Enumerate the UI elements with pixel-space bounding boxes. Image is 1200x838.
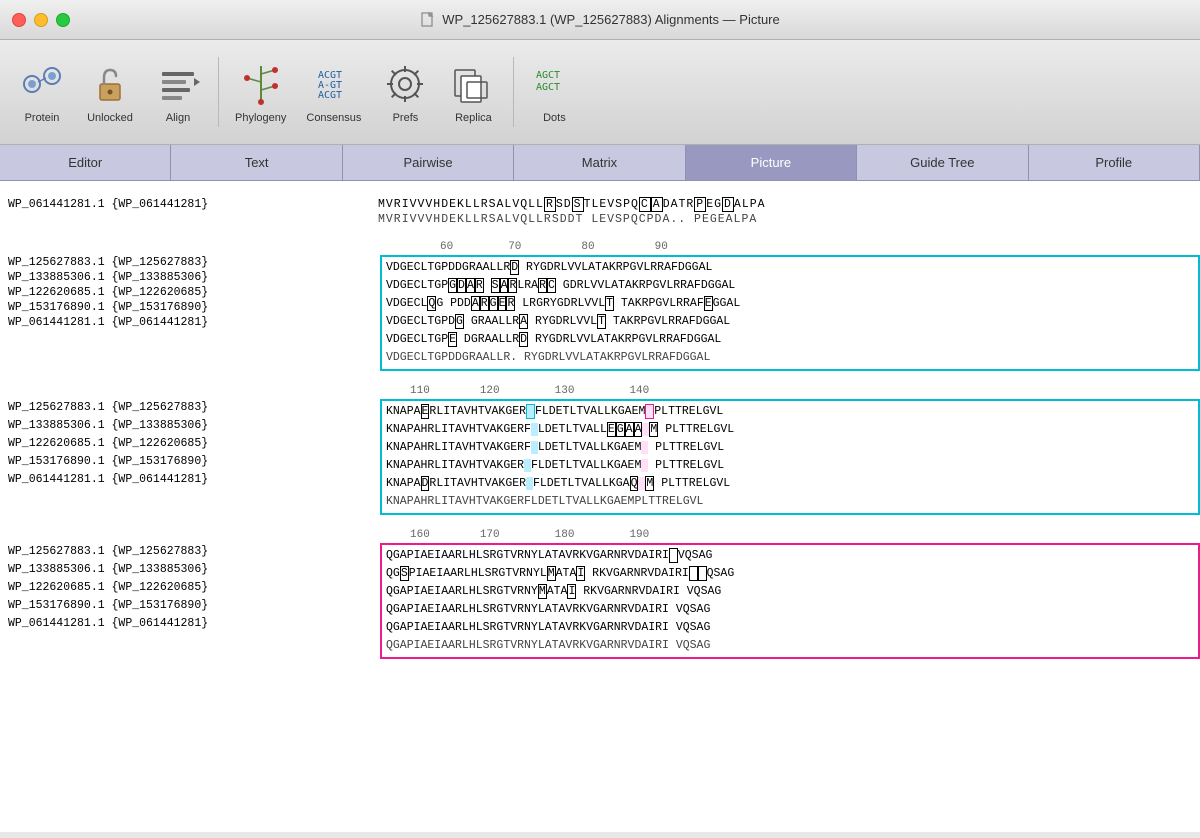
toolbar-dots[interactable]: AGCT AGCT Dots — [522, 54, 586, 130]
tab-picture[interactable]: Picture — [686, 145, 857, 180]
svg-text:AGCT: AGCT — [536, 82, 560, 93]
seq-name-blank — [0, 633, 378, 651]
tab-pairwise[interactable]: Pairwise — [343, 145, 514, 180]
traffic-lights — [12, 13, 70, 27]
seq-name: WP_061441281.1 {WP_061441281} — [0, 198, 378, 211]
svg-text:AGCT: AGCT — [536, 70, 560, 81]
window-title: WP_125627883.1 (WP_125627883) Alignments… — [420, 12, 779, 28]
seq-row: WP_061441281.1 {WP_061441281} MVRIVVVHDE… — [0, 197, 1200, 212]
title-bar: WP_125627883.1 (WP_125627883) Alignments… — [0, 0, 1200, 40]
seq-row: WP_061441281.1 {WP_061441281} — [0, 315, 380, 330]
tab-text[interactable]: Text — [171, 145, 342, 180]
seq-block-pink: QGAPIAEIAARLHLSRGTVRNYLATAVRKVGARNRVDAIR… — [380, 543, 1200, 659]
separator-1 — [218, 57, 219, 127]
seq-name: WP_153176890.1 {WP_153176890} — [0, 597, 378, 615]
seq-name: WP_061441281.1 {WP_061441281} — [0, 316, 378, 329]
separator-2 — [513, 57, 514, 127]
svg-text:ACGT: ACGT — [318, 90, 342, 101]
toolbar: Protein Unlocked Align — [0, 40, 1200, 145]
sequence-group-2: 110 120 130 140 WP_125627883.1 {WP_12562… — [0, 381, 1200, 519]
seq-row-consensus — [0, 330, 380, 332]
seq-name: WP_061441281.1 {WP_061441281} — [0, 615, 378, 633]
toolbar-prefs[interactable]: Prefs — [373, 54, 437, 130]
unlocked-icon — [86, 60, 134, 108]
tab-editor[interactable]: Editor — [0, 145, 171, 180]
tab-matrix[interactable]: Matrix — [514, 145, 685, 180]
toolbar-replica-label: Replica — [455, 112, 492, 124]
seq-name: WP_133885306.1 {WP_133885306} — [0, 561, 378, 579]
seq-name: WP_153176890.1 {WP_153176890} — [0, 453, 378, 471]
toolbar-prefs-label: Prefs — [393, 112, 419, 124]
seq-block-cyan: VDGECLTGPDDGRAALLRD RYGDRLVVLATAKRPGVLRR… — [380, 255, 1200, 371]
toolbar-align-label: Align — [166, 112, 190, 124]
dots-icon: AGCT AGCT — [530, 60, 578, 108]
toolbar-phylogeny[interactable]: Phylogeny — [227, 54, 294, 130]
tabs-bar: Editor Text Pairwise Matrix Picture Guid… — [0, 145, 1200, 181]
close-button[interactable] — [12, 13, 26, 27]
toolbar-dots-label: Dots — [543, 112, 566, 124]
seq-name: WP_122620685.1 {WP_122620685} — [0, 435, 378, 453]
toolbar-unlocked[interactable]: Unlocked — [78, 54, 142, 130]
replica-icon — [449, 60, 497, 108]
seq-row: WP_133885306.1 {WP_133885306} — [0, 270, 380, 285]
sequence-group-0: WP_061441281.1 {WP_061441281} MVRIVVVHDE… — [0, 191, 1200, 231]
minimize-button[interactable] — [34, 13, 48, 27]
seq-name: WP_133885306.1 {WP_133885306} — [0, 417, 378, 435]
seq-name: WP_153176890.1 {WP_153176890} — [0, 301, 378, 314]
seq-data: MVRIVVVHDEKLLRSALVQLLRSDSTLEVSPQCADATRPE… — [378, 198, 766, 211]
seq-data-consensus: MVRIVVVHDEKLLRSALVQLLRSDDT LEVSPQCPDA.. … — [378, 213, 757, 226]
maximize-button[interactable] — [56, 13, 70, 27]
document-icon — [420, 12, 436, 28]
protein-icon — [18, 60, 66, 108]
toolbar-consensus-label: Consensus — [306, 112, 361, 124]
seq-name-blank — [0, 489, 378, 507]
seq-name: WP_133885306.1 {WP_133885306} — [0, 271, 378, 284]
prefs-icon — [381, 60, 429, 108]
seq-row: WP_153176890.1 {WP_153176890} — [0, 300, 380, 315]
seq-name: WP_125627883.1 {WP_125627883} — [0, 256, 378, 269]
seq-name: WP_122620685.1 {WP_122620685} — [0, 579, 378, 597]
toolbar-align[interactable]: Align — [146, 54, 210, 130]
seq-row: WP_122620685.1 {WP_122620685} — [0, 285, 380, 300]
tab-profile[interactable]: Profile — [1029, 145, 1200, 180]
sequence-group-3: 160 170 180 190 WP_125627883.1 {WP_12562… — [0, 525, 1200, 663]
sequence-content: WP_061441281.1 {WP_061441281} MVRIVVVHDE… — [0, 181, 1200, 832]
seq-name: WP_125627883.1 {WP_125627883} — [0, 399, 378, 417]
toolbar-unlocked-label: Unlocked — [87, 112, 133, 124]
consensus-icon: ACGT A-GT ACGT — [310, 60, 358, 108]
toolbar-phylogeny-label: Phylogeny — [235, 112, 286, 124]
sequence-group-1: 60 70 80 90 WP_125627883.1 {WP_125627883… — [0, 237, 1200, 375]
tab-guide-tree[interactable]: Guide Tree — [857, 145, 1028, 180]
toolbar-replica[interactable]: Replica — [441, 54, 505, 130]
toolbar-protein-label: Protein — [25, 112, 60, 124]
seq-block-cyan-2: KNAPAERLITAVHTVAKGER FLDETLTVALLKGAEM PL… — [380, 399, 1200, 515]
seq-row-consensus: MVRIVVVHDEKLLRSALVQLLRSDDT LEVSPQCPDA.. … — [0, 212, 1200, 227]
toolbar-protein[interactable]: Protein — [10, 54, 74, 130]
align-icon — [154, 60, 202, 108]
seq-row: WP_125627883.1 {WP_125627883} — [0, 255, 380, 270]
toolbar-consensus[interactable]: ACGT A-GT ACGT Consensus — [298, 54, 369, 130]
seq-name: WP_061441281.1 {WP_061441281} — [0, 471, 378, 489]
seq-name: WP_125627883.1 {WP_125627883} — [0, 543, 378, 561]
seq-name: WP_122620685.1 {WP_122620685} — [0, 286, 378, 299]
phylogeny-icon — [237, 60, 285, 108]
